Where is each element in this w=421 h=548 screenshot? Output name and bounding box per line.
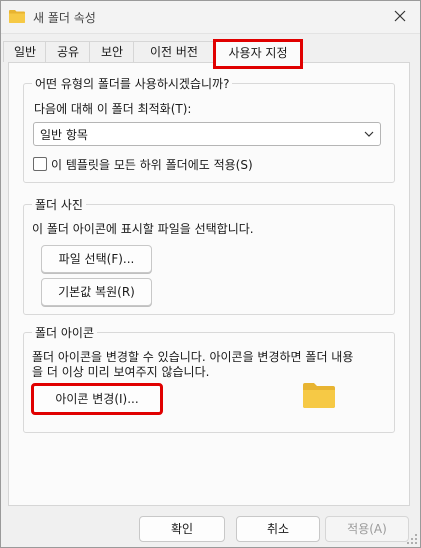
close-button[interactable]	[380, 1, 420, 33]
tab-customize[interactable]: 사용자 지정	[213, 39, 303, 69]
folder-icon-description-line2: 을 더 이상 미리 보여주지 않습니다.	[32, 365, 210, 379]
tab-bar: 일반 공유 보안 이전 버전 사용자 지정	[1, 39, 420, 69]
cancel-button[interactable]: 취소	[236, 516, 320, 542]
folder-icon	[9, 9, 25, 23]
folder-type-group: 어떤 유형의 폴더를 사용하시겠습니까? 다음에 대해 이 폴더 최적화(T):…	[23, 75, 395, 183]
folder-picture-description: 이 폴더 아이콘에 표시할 파일을 선택합니다.	[32, 222, 254, 236]
folder-picture-group-title: 폴더 사진	[32, 196, 86, 213]
resize-grip-icon[interactable]	[406, 533, 418, 545]
optimize-label: 다음에 대해 이 폴더 최적화(T):	[34, 102, 192, 116]
change-icon-button[interactable]: 아이콘 변경(I)...	[31, 383, 163, 415]
customize-page: 어떤 유형의 폴더를 사용하시겠습니까? 다음에 대해 이 폴더 최적화(T):…	[8, 62, 410, 506]
folder-type-group-title: 어떤 유형의 폴더를 사용하시겠습니까?	[32, 75, 233, 92]
close-icon	[394, 10, 406, 25]
optimize-select[interactable]: 일반 항목	[33, 122, 381, 146]
apply-template-checkbox[interactable]	[33, 157, 47, 171]
folder-icon-group: 폴더 아이콘 폴더 아이콘을 변경할 수 있습니다. 아이콘을 변경하면 폴더 …	[23, 324, 395, 433]
tab-general[interactable]: 일반	[3, 41, 47, 62]
tab-security[interactable]: 보안	[89, 41, 135, 62]
folder-icon	[303, 382, 335, 408]
chevron-down-icon	[364, 128, 374, 138]
properties-dialog: 새 폴더 속성 일반 공유 보안 이전 버전 사용자 지정 어떤 유형의 폴더를…	[0, 0, 421, 548]
tab-previous-versions[interactable]: 이전 버전	[133, 41, 215, 62]
apply-template-label: 이 템플릿을 모든 하위 폴더에도 적용(S)	[51, 158, 253, 172]
window-title: 새 폴더 속성	[33, 11, 96, 25]
apply-button: 적용(A)	[325, 516, 409, 542]
ok-button[interactable]: 확인	[139, 516, 225, 542]
folder-icon-group-title: 폴더 아이콘	[32, 324, 98, 341]
title-bar: 새 폴더 속성	[1, 1, 420, 34]
folder-picture-group: 폴더 사진 이 폴더 아이콘에 표시할 파일을 선택합니다. 파일 선택(F).…	[23, 196, 395, 315]
restore-default-button[interactable]: 기본값 복원(R)	[41, 278, 152, 306]
optimize-select-value: 일반 항목	[40, 128, 88, 142]
tab-sharing[interactable]: 공유	[45, 41, 91, 62]
choose-file-button[interactable]: 파일 선택(F)...	[41, 245, 152, 273]
